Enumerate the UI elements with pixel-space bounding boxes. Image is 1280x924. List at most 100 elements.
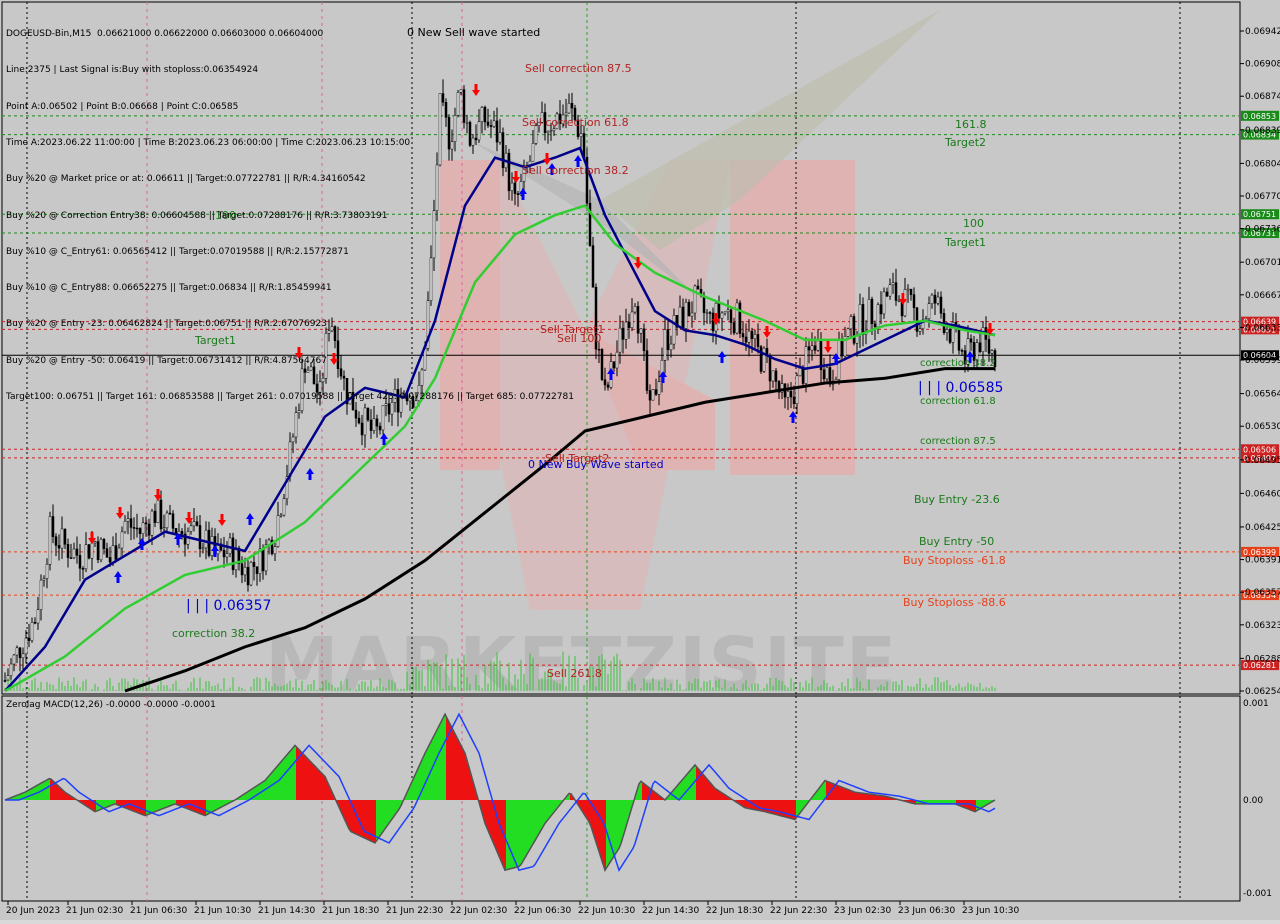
- candle-body: [897, 300, 901, 302]
- candle-body: [123, 520, 127, 533]
- time-tick-label: 23 Jun 02:30: [834, 906, 891, 916]
- candle-body: [720, 312, 724, 319]
- candle-body: [93, 541, 97, 544]
- info-line: Buy %10 @ C_Entry61: 0.06565412 || Targe…: [6, 246, 349, 257]
- macd-panel: [1, 695, 1241, 902]
- candle-body: [27, 637, 31, 641]
- info-panel: DOGEUSD-Bin,M15 0.06621000 0.06622000 0.…: [6, 4, 574, 427]
- macd-tick-bottom: -0.001: [1243, 889, 1272, 899]
- info-line: Point A:0.06502 | Point B:0.06668 | Poin…: [6, 101, 239, 112]
- candle-body: [702, 295, 706, 313]
- candle-body: [909, 288, 913, 295]
- candle-body: [198, 525, 202, 550]
- candle-body: [171, 513, 175, 529]
- time-axis: 20 Jun 2023 21 Jun 02:30 21 Jun 06:30 21 Ju…: [6, 901, 1019, 916]
- price-tick-label: 0.06530: [1245, 422, 1280, 432]
- time-tick-label: 22 Jun 14:30: [642, 906, 699, 916]
- candle-body: [192, 521, 196, 527]
- right-100-label: 100: [963, 217, 984, 230]
- candle-body: [261, 548, 265, 572]
- candle-body: [69, 557, 73, 559]
- candle-body: [768, 355, 772, 382]
- candle-body: [750, 330, 754, 339]
- candle-body: [852, 316, 856, 344]
- candle-body: [672, 315, 676, 345]
- candle-body: [603, 379, 607, 386]
- candle-body: [81, 568, 85, 570]
- candle-body: [657, 381, 661, 395]
- candle-body: [645, 350, 649, 391]
- buy-stoploss-886-label: Buy Stoploss -88.6: [903, 596, 1006, 609]
- candle-body: [741, 333, 745, 338]
- candle-body: [33, 622, 37, 624]
- candle-body: [684, 302, 688, 329]
- candle-body: [36, 609, 40, 624]
- candle-body: [99, 539, 103, 561]
- candle-body: [195, 521, 199, 526]
- candle-body: [960, 350, 964, 352]
- point-c-label: | | | 0.06585: [918, 380, 1003, 396]
- candle-body: [882, 291, 886, 315]
- candle-body: [144, 522, 148, 525]
- candle-body: [114, 545, 118, 560]
- candle-body: [711, 312, 715, 332]
- candle-body: [753, 334, 757, 339]
- candle-body: [96, 541, 100, 561]
- candle-body: [150, 510, 154, 536]
- candle-body: [579, 133, 583, 137]
- candle-body: [42, 578, 46, 581]
- price-tick-label: 0.06357: [1245, 588, 1280, 598]
- time-tick-label: 22 Jun 22:30: [770, 906, 827, 916]
- price-tick-label: 0.06564: [1245, 390, 1280, 400]
- candle-body: [912, 294, 916, 309]
- time-tick-label: 21 Jun 10:30: [194, 906, 251, 916]
- low-price-label: | | | 0.06357: [186, 598, 271, 614]
- candle-body: [774, 370, 778, 382]
- buy-entry-236-label: Buy Entry -23.6: [914, 493, 1000, 506]
- candle-body: [21, 653, 25, 658]
- candle-body: [837, 338, 841, 380]
- price-tick-label: 0.06942: [1245, 27, 1280, 37]
- candle-body: [273, 546, 277, 555]
- candle-body: [747, 330, 751, 343]
- candle-body: [708, 312, 712, 314]
- candle-body: [60, 528, 64, 549]
- time-tick-label: 21 Jun 02:30: [66, 906, 123, 916]
- candle-body: [153, 510, 157, 523]
- candle-body: [681, 306, 685, 329]
- candle-body: [279, 514, 283, 517]
- candle-body: [846, 328, 850, 337]
- candle-body: [90, 542, 94, 559]
- candle-body: [735, 302, 739, 334]
- info-line: Target100: 0.06751 || Target 161: 0.0685…: [6, 392, 574, 402]
- candle-body: [648, 390, 652, 401]
- info-line: Buy %20 @ Market price or at: 0.06611 ||…: [6, 174, 366, 185]
- candle-body: [786, 390, 790, 398]
- time-tick-label: 22 Jun 18:30: [706, 906, 763, 916]
- candle-body: [243, 566, 247, 576]
- info-line: Buy %10 @ C_Entry88: 0.06652275 || Targe…: [6, 283, 332, 294]
- candle-body: [744, 336, 748, 343]
- candle-body: [906, 288, 910, 291]
- candle-body: [147, 523, 151, 536]
- candle-body: [159, 499, 163, 530]
- candle-body: [669, 343, 673, 351]
- candle-body: [228, 537, 232, 554]
- candle-body: [693, 285, 697, 314]
- candle-body: [687, 302, 691, 317]
- candle-body: [108, 557, 112, 563]
- chart-window: MARKETZISITE 0.06853 0.06834 0.06751 0.0673…: [0, 0, 1280, 920]
- price-tick-label: 0.06667: [1245, 291, 1280, 301]
- candle-body: [849, 316, 853, 330]
- candle-body: [591, 245, 595, 288]
- candle-body: [870, 298, 874, 324]
- price-tick-label: 0.06633: [1245, 323, 1280, 333]
- candle-body: [723, 311, 727, 314]
- candle-body: [201, 547, 205, 550]
- candle-body: [240, 563, 244, 576]
- macd-title: Zerolag MACD(12,26) -0.0000 -0.0000 -0.0…: [6, 700, 216, 710]
- candle-body: [180, 531, 184, 535]
- candle-body: [930, 294, 934, 304]
- candle-body: [78, 555, 82, 569]
- candle-body: [156, 499, 160, 523]
